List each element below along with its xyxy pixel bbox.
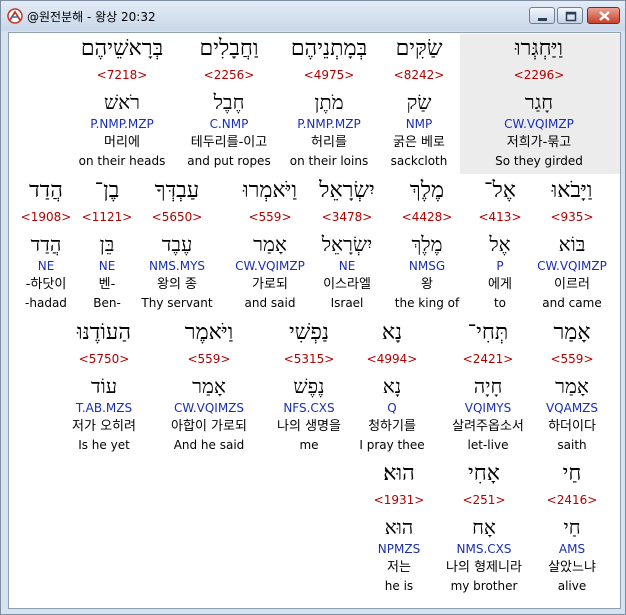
lemma-word: הֲדַד	[30, 232, 62, 256]
interlinear-view: וַיַּחְגְּרוּ <2296> חָגַר CW.VQIMZP 저희가-묶고 S…	[8, 32, 621, 609]
lemma-word: אָמַר	[192, 374, 226, 398]
app-window: @원전분해 - 왕상 20:32 וַיַּחְגְּרוּ <2296> חָגַ…	[0, 0, 626, 615]
app-logo-icon	[7, 8, 23, 24]
hebrew-word: וַיַּחְגְּרוּ	[514, 36, 564, 61]
english-gloss: So they girded	[495, 154, 583, 168]
lemma-word: עוֹד	[90, 374, 118, 398]
title-bar[interactable]: @원전분해 - 왕상 20:32	[1, 1, 625, 31]
maximize-button[interactable]	[557, 7, 583, 24]
lemma-word: הוּא	[384, 515, 414, 539]
strongs-number: <5315>	[283, 352, 335, 366]
morphology-code: P.NMP.MZP	[297, 117, 361, 131]
lemma-word: רֹאשׁ	[104, 90, 140, 114]
word-cell[interactable]: הוּא׃ <1931> הוּא NPMZS 저는 he is	[344, 462, 454, 596]
maximize-icon	[565, 11, 577, 22]
strongs-number: <1931>	[373, 493, 425, 507]
english-gloss: he is	[384, 579, 414, 593]
word-cell[interactable]: בְּרָאשֵׁיהֶם <7218> רֹאשׁ P.NMP.MZP 머리에 on t…	[67, 37, 177, 171]
hebrew-word: וַיֹּאמֶר	[184, 320, 234, 345]
morphology-code: NE	[37, 259, 55, 273]
english-gloss: Is he yet	[78, 438, 130, 452]
hebrew-word: וַחֲבָלִים	[199, 36, 259, 61]
strongs-number: <4975>	[303, 68, 355, 82]
window-title: @원전분해 - 왕상 20:32	[27, 10, 156, 24]
strongs-number: <2256>	[203, 68, 255, 82]
korean-gloss: 저희가-묶고	[506, 135, 572, 150]
strongs-number: <5750>	[78, 352, 130, 366]
hebrew-word: הַעוֹדֶנּוּ	[76, 320, 132, 345]
korean-gloss: 나의 생명을	[277, 419, 341, 434]
english-gloss: let-live	[467, 438, 509, 452]
hebrew-word: הֲדַד	[29, 178, 63, 203]
english-gloss: me	[299, 438, 319, 452]
hebrew-word: תְּחִי־	[467, 320, 509, 345]
close-button[interactable]	[587, 7, 620, 24]
lemma-word: חָגַר	[524, 90, 554, 114]
strongs-number: <1908>	[20, 210, 72, 224]
english-gloss: on their loins	[289, 154, 369, 168]
word-cell[interactable]: תְּחִי־ <2421> חָיָה VQIMYS 살려주옵소서 let-live	[433, 321, 543, 455]
lemma-word: מֹתֶן	[314, 90, 344, 114]
korean-gloss: 테두리를-이고	[190, 135, 268, 150]
minimize-icon	[538, 18, 547, 21]
english-gloss: -hadad	[25, 296, 67, 310]
strongs-number: <2421>	[462, 352, 514, 366]
english-gloss: And he said	[173, 438, 245, 452]
word-cell[interactable]: וַיַּחְגְּרוּ <2296> חָגַר CW.VQIMZP 저희가-묶고 S…	[484, 37, 594, 171]
lemma-word: נֶפֶשׁ	[293, 374, 325, 398]
word-cell[interactable]: נַפְשִׁי <5315> נֶפֶשׁ NFS.CXS 나의 생명을 me	[254, 321, 364, 455]
korean-gloss: 머리에	[104, 135, 140, 150]
word-cell[interactable]: הַעוֹדֶנּוּ <5750> עוֹד T.AB.MZS 저가 오히려 Is he…	[49, 321, 159, 455]
morphology-code: P.NMP.MZP	[90, 117, 154, 131]
korean-gloss: -하닷이	[25, 277, 67, 292]
hebrew-word: נַפְשִׁי	[288, 320, 330, 345]
hebrew-word: בְּרָאשֵׁיהֶם	[80, 36, 164, 61]
lemma-word: חֶבֶל	[213, 90, 245, 114]
korean-gloss: 허리를	[311, 135, 347, 150]
morphology-code: T.AB.MZS	[75, 401, 133, 415]
english-gloss: on their heads	[78, 154, 166, 168]
word-cell[interactable]: הֲדַד <1908> הֲדַד NE -하닷이 -hadad	[9, 178, 101, 313]
word-cell[interactable]: וַיֹּאמֶר <559> אָמַר CW.VQIMZS 아합이 가로되 And h…	[154, 321, 264, 455]
korean-gloss: 저는	[387, 560, 411, 575]
morphology-code: C.NMP	[209, 117, 249, 131]
korean-gloss: 아합이 가로되	[171, 419, 247, 434]
morphology-code: CW.VQIMZS	[173, 401, 245, 415]
morphology-code: NFS.CXS	[283, 401, 335, 415]
korean-gloss: 살려주옵소서	[452, 419, 524, 434]
close-icon	[599, 11, 610, 21]
korean-gloss: 저가 오히려	[72, 419, 136, 434]
minimize-button[interactable]	[529, 7, 555, 24]
lemma-word: חָיָה	[473, 374, 503, 398]
hebrew-word: הוּא׃	[383, 461, 415, 486]
word-cell[interactable]: בְּמָתְנֵיהֶם <4975> מֹתֶן P.NMP.MZP 허리를 on t…	[274, 37, 384, 171]
morphology-code: CW.VQIMZP	[504, 117, 574, 131]
morphology-code: VQIMYS	[464, 401, 512, 415]
strongs-number: <559>	[187, 352, 231, 366]
morphology-code: NPMZS	[377, 542, 421, 556]
hebrew-word: בְּמָתְנֵיהֶם	[290, 36, 368, 61]
english-gloss: and put ropes	[187, 154, 271, 168]
strongs-number: <7218>	[96, 68, 148, 82]
word-cell[interactable]: וַחֲבָלִים <2256> חֶבֶל C.NMP 테두리를-이고 and put…	[174, 37, 284, 171]
strongs-number: <2296>	[513, 68, 565, 82]
